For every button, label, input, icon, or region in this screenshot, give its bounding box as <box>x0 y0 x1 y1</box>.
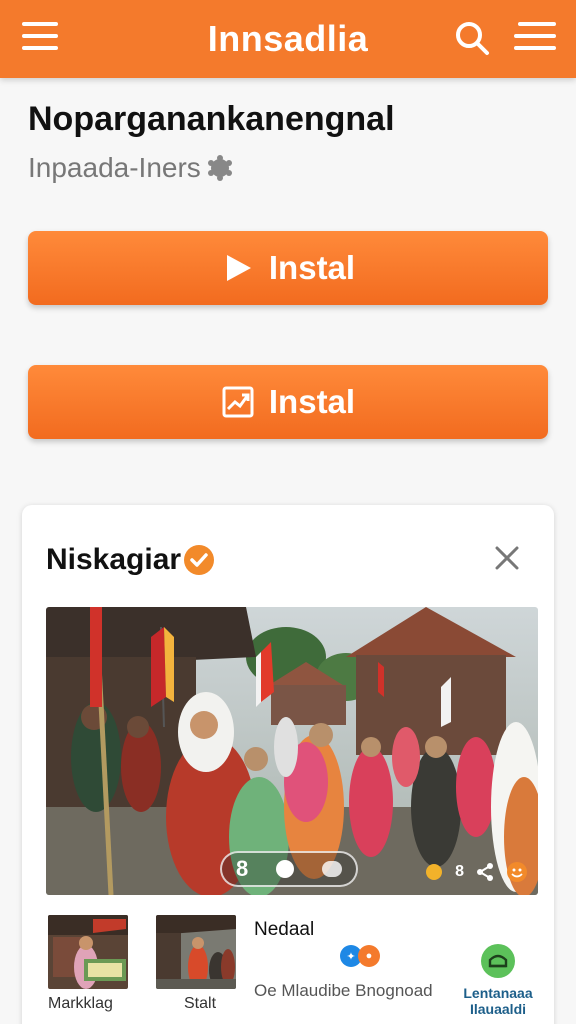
page-subtitle-text: Inpaada-Iners <box>28 152 201 183</box>
chart-icon <box>221 385 255 419</box>
thumbnail-label: Stalt <box>184 995 217 1012</box>
top-app-bar: Innsadlia <box>0 0 576 78</box>
play-icon <box>221 251 255 285</box>
photo-tools: 8 <box>423 861 528 883</box>
main-photo[interactable]: 8 8 <box>46 607 538 895</box>
carousel-number: 8 <box>235 856 249 881</box>
search-icon[interactable] <box>452 18 492 58</box>
photo-tools-count: 8 <box>455 863 464 880</box>
sun-icon[interactable] <box>423 861 445 883</box>
page-title: Noparganankanengnal <box>28 100 395 138</box>
download-action-label-2: Ilauaaldi <box>469 1001 527 1017</box>
close-icon[interactable] <box>492 543 522 573</box>
emoji-icon[interactable] <box>506 861 528 883</box>
install-button-label: Instal <box>268 249 356 286</box>
download-action-label-1: Lentanaaa <box>463 985 533 1001</box>
share-icon[interactable] <box>474 861 496 883</box>
thumbnail-label: Markklag <box>48 995 113 1012</box>
social-icons: ✦ ● <box>340 945 380 967</box>
gear-icon <box>205 153 235 183</box>
install-button-secondary[interactable]: Instal <box>28 365 548 439</box>
thumbnail-market[interactable] <box>48 915 128 989</box>
card-title: Niskagiar <box>46 543 215 577</box>
carousel-dot[interactable] <box>322 861 343 877</box>
orange-share-icon[interactable]: ● <box>358 945 380 967</box>
install-button-primary[interactable]: Instal <box>28 231 548 305</box>
carousel-indicator[interactable]: 8 <box>220 851 358 887</box>
cloud-upload-icon <box>480 943 516 979</box>
verified-badge-icon <box>183 544 215 576</box>
detail-subtitle: Oe Mlaudibe Bnognoad <box>254 981 433 1000</box>
news-card: Niskagiar 8 8 Markklag Stalt Nedaal ✦ ● … <box>22 505 554 1024</box>
list-icon[interactable] <box>514 22 556 54</box>
detail-title: Nedaal <box>254 919 315 940</box>
page-subtitle: Inpaada-Iners <box>28 152 235 184</box>
install-button-label: Instal <box>268 383 356 420</box>
thumbnail-stall[interactable] <box>156 915 236 989</box>
card-title-text: Niskagiar <box>46 543 182 576</box>
carousel-dot-active[interactable] <box>276 860 295 878</box>
download-action[interactable]: Lentanaaa Ilauaaldi <box>458 943 538 1016</box>
